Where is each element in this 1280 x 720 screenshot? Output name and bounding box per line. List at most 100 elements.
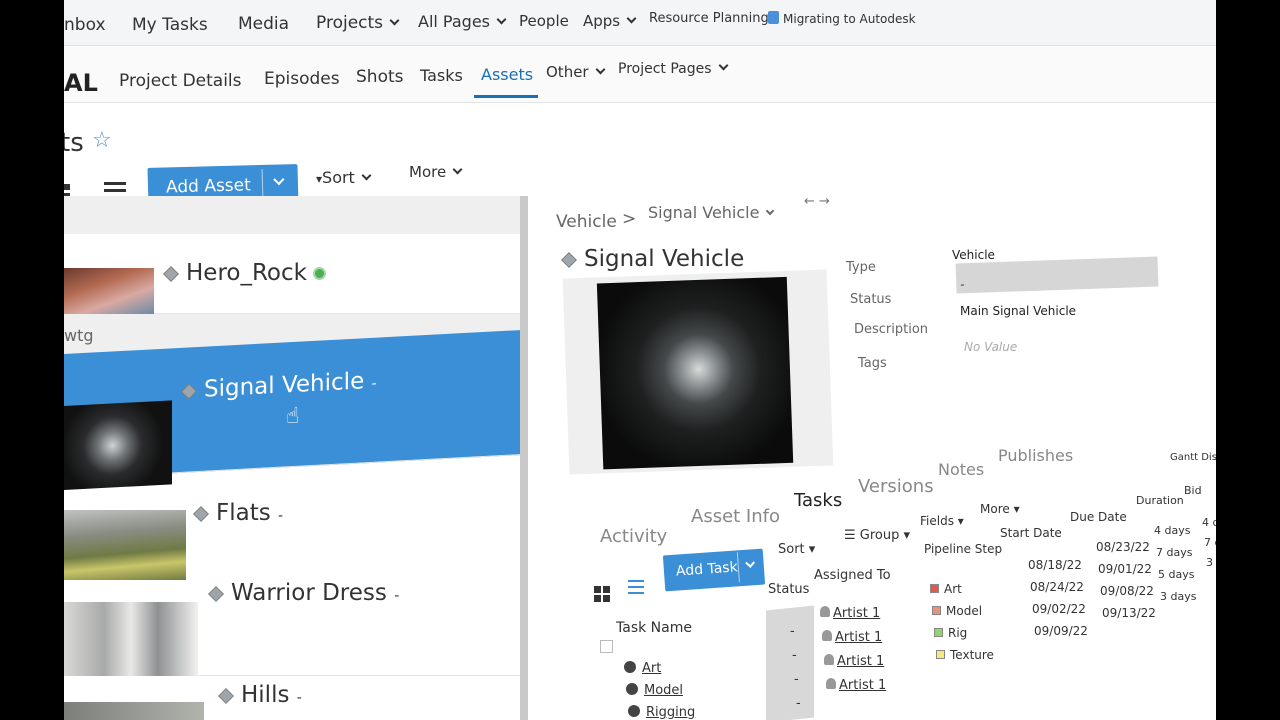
nav-all-pages[interactable]: All Pages <box>418 12 507 31</box>
thumbnail-image <box>64 400 172 490</box>
star-icon[interactable]: ☆ <box>92 128 112 153</box>
asset-cube-icon <box>561 252 577 268</box>
thumbnail-image <box>64 510 186 588</box>
field-value-description[interactable]: Main Signal Vehicle <box>960 304 1076 318</box>
field-label-type: Type <box>846 260 876 275</box>
asset-thumbnail-frame <box>562 269 834 475</box>
col-header-due-date[interactable]: Due Date <box>1070 510 1127 524</box>
col-header-status[interactable]: Status <box>768 582 809 597</box>
list-item[interactable]: Flats - <box>64 496 534 588</box>
asset-thumbnail-image <box>596 276 794 470</box>
project-nav: AL Project Details Episodes Shots Tasks … <box>64 47 1216 103</box>
nav-resource-planning[interactable]: Resource Planning <box>649 11 769 26</box>
tab-activity[interactable]: Activity <box>600 526 667 547</box>
task-sort-button[interactable]: Sort ▾ <box>778 542 815 557</box>
col-header-duration[interactable]: Duration <box>1136 494 1184 507</box>
breadcrumb-parent[interactable]: Vehicle <box>556 212 617 232</box>
list-item[interactable]: Hills - <box>64 676 534 720</box>
gantt-display-toggle[interactable]: Gantt Displa <box>1170 452 1216 463</box>
task-group-button[interactable]: ☰ Group ▾ <box>844 528 910 543</box>
pipeline-color-swatch <box>936 650 945 659</box>
chevron-down-icon <box>452 164 463 175</box>
asset-detail-pane: Vehicle > Signal Vehicle ← → Signal Vehi… <box>528 190 1216 720</box>
asset-cube-icon <box>193 506 209 522</box>
task-check-icon <box>628 705 640 717</box>
pipeline-color-swatch <box>930 584 939 593</box>
tab-project-details[interactable]: Project Details <box>119 71 242 91</box>
nav-inbox[interactable]: nbox <box>64 15 106 35</box>
field-value-type[interactable]: Vehicle <box>952 248 995 262</box>
breadcrumb-separator: > <box>622 209 637 229</box>
task-check-icon <box>624 661 636 673</box>
tab-publishes[interactable]: Publishes <box>998 446 1073 465</box>
field-label-tags: Tags <box>858 356 887 371</box>
pane-splitter[interactable] <box>520 196 528 720</box>
list-item[interactable]: Warrior Dress - <box>64 580 534 682</box>
col-header-pipeline-step[interactable]: Pipeline Step <box>924 542 1002 556</box>
tab-project-pages[interactable]: Project Pages <box>618 60 728 77</box>
thumbnail-image <box>64 702 204 720</box>
tab-shots[interactable]: Shots <box>356 67 404 87</box>
field-label-description: Description <box>854 322 929 337</box>
asset-cube-icon <box>163 266 179 282</box>
chevron-down-icon <box>766 206 775 216</box>
col-header-assigned-to[interactable]: Assigned To <box>814 568 891 583</box>
user-icon <box>820 606 830 617</box>
asset-list: Hero_Rock wtg Signal Vehicle - ☝ Flats -… <box>64 196 534 720</box>
chevron-down-icon <box>626 13 637 24</box>
grid-view-icon[interactable] <box>594 586 620 606</box>
left-black-border <box>0 0 64 720</box>
thumbnail-image <box>64 602 198 682</box>
sort-button[interactable]: ▾Sort <box>316 168 372 187</box>
col-header-task-name[interactable]: Task Name <box>616 620 692 636</box>
pipeline-color-swatch <box>932 606 941 615</box>
status-field[interactable]: - <box>955 256 1159 294</box>
asset-cube-icon <box>181 383 197 400</box>
chevron-down-icon <box>496 14 507 25</box>
chevron-down-icon <box>361 170 372 181</box>
chevron-down-icon <box>595 64 606 75</box>
breadcrumb-current[interactable]: Signal Vehicle <box>648 203 775 222</box>
user-icon <box>822 630 832 641</box>
nav-people[interactable]: People <box>519 12 569 30</box>
tab-versions[interactable]: Versions <box>858 476 934 497</box>
page-title: ts <box>64 128 84 158</box>
user-icon <box>826 678 836 689</box>
prev-next-arrows[interactable]: ← → <box>804 194 830 209</box>
right-black-border <box>1216 0 1280 720</box>
tab-tasks[interactable]: Tasks <box>794 490 842 511</box>
field-value-tags[interactable]: No Value <box>964 340 1017 354</box>
select-all-checkbox[interactable] <box>600 640 613 653</box>
list-item[interactable]: Hero_Rock <box>64 234 534 350</box>
chevron-down-icon[interactable] <box>745 558 756 568</box>
list-item-selected[interactable]: Signal Vehicle - ☝ <box>64 329 534 490</box>
col-header-bid[interactable]: Bid <box>1184 484 1202 497</box>
more-button[interactable]: More <box>409 163 463 181</box>
col-header-start-date[interactable]: Start Date <box>1000 526 1062 540</box>
tab-tasks[interactable]: Tasks <box>420 66 463 85</box>
list-view-icon[interactable] <box>628 580 646 596</box>
nav-media[interactable]: Media <box>238 14 289 34</box>
task-more-button[interactable]: More ▾ <box>980 502 1020 516</box>
tab-asset-info[interactable]: Asset Info <box>691 506 780 527</box>
task-fields-button[interactable]: Fields ▾ <box>920 514 964 528</box>
chevron-down-icon <box>718 60 728 71</box>
asset-cube-icon <box>218 688 234 704</box>
chevron-down-icon[interactable] <box>273 173 285 186</box>
nav-apps[interactable]: Apps <box>583 12 637 30</box>
global-nav: nbox My Tasks Media Projects All Pages P… <box>64 0 1216 46</box>
asset-title: Signal Vehicle <box>561 246 744 272</box>
status-green-icon <box>312 267 326 280</box>
nav-projects[interactable]: Projects <box>316 13 400 33</box>
add-task-button[interactable]: Add Task <box>662 548 766 592</box>
pipeline-color-swatch <box>934 628 943 637</box>
app-window: nbox My Tasks Media Projects All Pages P… <box>64 0 1216 720</box>
user-icon <box>824 654 834 665</box>
tab-episodes[interactable]: Episodes <box>264 69 340 89</box>
nav-migrating[interactable]: Migrating to Autodesk <box>768 10 916 26</box>
tab-assets[interactable]: Assets <box>481 65 533 84</box>
tab-notes[interactable]: Notes <box>938 460 984 479</box>
lock-icon <box>768 11 779 24</box>
tab-other[interactable]: Other <box>546 63 606 81</box>
nav-my-tasks[interactable]: My Tasks <box>132 15 208 35</box>
